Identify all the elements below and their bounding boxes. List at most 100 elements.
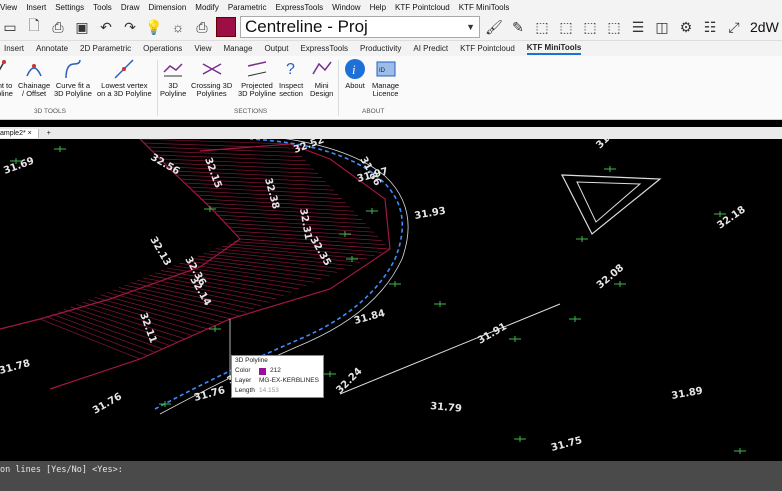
- menu-item-view[interactable]: View: [0, 3, 17, 12]
- hatch-line: [76, 304, 186, 340]
- spot-level-label: 31.79: [430, 401, 463, 415]
- plot-icon[interactable]: ⎙: [192, 17, 212, 37]
- point-marker: [614, 281, 626, 287]
- app-window: View Insert Settings Tools Draw Dimension Modi…: [0, 0, 782, 491]
- hatch-line: [70, 306, 178, 343]
- document-tab[interactable]: ample2* ×: [0, 128, 39, 138]
- projected-3d-button[interactable]: Projected 3D Polyline: [238, 58, 276, 98]
- panel-label-about: ABOUT: [362, 108, 385, 115]
- layers-icon[interactable]: ◫: [652, 17, 672, 37]
- layer-dropdown[interactable]: Centreline - Proj ▼: [240, 16, 480, 38]
- menu-item-help[interactable]: Help: [370, 3, 386, 12]
- spot-level-label: 32.35: [307, 235, 332, 268]
- menu-item-insert[interactable]: Insert: [26, 3, 46, 12]
- hatch-line: [211, 210, 363, 220]
- button-label: Design: [310, 89, 334, 98]
- point-marker: [734, 448, 746, 454]
- add-tab-button[interactable]: +: [47, 130, 51, 137]
- list-icon[interactable]: ☰: [628, 17, 648, 37]
- point-to-polyline-button[interactable]: nt to oline: [0, 58, 16, 98]
- menu-item-modify[interactable]: Modify: [195, 3, 219, 12]
- hatch-line: [223, 222, 375, 233]
- hatch-line: [227, 243, 375, 257]
- mini-design-icon: [312, 61, 332, 75]
- workspace-label[interactable]: 2dW: [748, 19, 779, 35]
- tab-ktf-pointcloud[interactable]: KTF Pointcloud: [460, 44, 515, 53]
- tab-2d-parametric[interactable]: 2D Parametric: [80, 44, 131, 53]
- menu-item-expresstools[interactable]: ExpressTools: [276, 3, 324, 12]
- tab-operations[interactable]: Operations: [143, 44, 182, 53]
- button-label: 3D Polyline: [54, 89, 92, 98]
- hatch-line: [221, 245, 368, 260]
- select-crossing-icon[interactable]: ⬚: [580, 17, 600, 37]
- new-file-icon[interactable]: 🗋: [24, 17, 44, 37]
- inspect-icon: ?: [286, 61, 295, 78]
- point-marker: [54, 146, 66, 152]
- bulb-icon[interactable]: 💡: [144, 17, 164, 37]
- tab-output[interactable]: Output: [264, 44, 288, 53]
- triangle-symbol: [561, 174, 662, 235]
- sun-icon[interactable]: ☼: [168, 17, 188, 37]
- command-line[interactable]: on lines [Yes/No] <Yes>:: [0, 461, 782, 491]
- print-icon[interactable]: ⎙: [48, 17, 68, 37]
- gear-icon[interactable]: ⚙: [676, 17, 696, 37]
- tab-insert[interactable]: Insert: [4, 44, 24, 53]
- point-to-polyline-icon: [0, 60, 6, 71]
- menu-item-dimension[interactable]: Dimension: [148, 3, 186, 12]
- properties-icon[interactable]: ▭: [0, 17, 20, 37]
- color-swatch: [259, 367, 266, 375]
- lowest-vertex-icon: [114, 59, 134, 79]
- tooltip-key: Layer: [235, 377, 252, 384]
- menu-item-draw[interactable]: Draw: [121, 3, 140, 12]
- menu-item-parametric[interactable]: Parametric: [228, 3, 267, 12]
- tab-annotate[interactable]: Annotate: [36, 44, 68, 53]
- undo-icon[interactable]: ↶: [96, 17, 116, 37]
- crossing-polylines-icon: [202, 63, 221, 75]
- tab-expresstools[interactable]: ExpressTools: [300, 44, 348, 53]
- menu-item-ktf-pointcloud[interactable]: KTF Pointcloud: [395, 3, 450, 12]
- spot-level-label: 31.93: [414, 206, 447, 222]
- select-similar-icon[interactable]: ⬚: [604, 17, 624, 37]
- curve-fit-button[interactable]: Curve fit a 3D Polyline: [54, 58, 92, 98]
- tab-ktf-minitools[interactable]: KTF MiniTools: [526, 43, 582, 55]
- manage-licence-button[interactable]: ID Manage Licence: [372, 58, 399, 98]
- tooltip-key: Color: [235, 367, 251, 374]
- layer-color-swatch[interactable]: [216, 17, 236, 37]
- menu-item-tools[interactable]: Tools: [93, 3, 112, 12]
- chevron-down-icon: ▼: [466, 22, 475, 32]
- menu-item-window[interactable]: Window: [332, 3, 360, 12]
- menu-item-ktf-minitools[interactable]: KTF MiniTools: [459, 3, 510, 12]
- ribbon-divider: [157, 60, 158, 116]
- zoom-extents-icon[interactable]: ⤢: [724, 17, 744, 37]
- close-icon[interactable]: ×: [28, 130, 32, 137]
- about-button[interactable]: i About: [344, 58, 366, 90]
- button-label: on a 3D Polyline: [97, 89, 152, 98]
- spot-level-label: 32.13: [147, 235, 172, 268]
- chainage-offset-button[interactable]: Chainage / Offset: [18, 58, 50, 98]
- sliders-icon[interactable]: ☷: [700, 17, 720, 37]
- spot-level-label: 31.50: [594, 139, 624, 151]
- curve-fit-icon: [65, 59, 81, 79]
- redo-icon[interactable]: ↷: [120, 17, 140, 37]
- triangle-symbol-inner: [576, 181, 642, 223]
- match-properties-icon[interactable]: 🖌: [484, 17, 504, 37]
- inspect-section-button[interactable]: ? Inspect section: [279, 58, 303, 98]
- select-window-icon[interactable]: ⬚: [556, 17, 576, 37]
- drawing-canvas[interactable]: 32.52 31.97 31.93 32.15 32.38 32.31 32.13 32.36…: [0, 139, 782, 461]
- tab-productivity[interactable]: Productivity: [360, 44, 401, 53]
- drawing-svg: 32.5231.9731.9332.1532.3832.3132.1332.36…: [0, 139, 748, 454]
- menu-item-settings[interactable]: Settings: [55, 3, 84, 12]
- lowest-vertex-button[interactable]: Lowest vertex on a 3D Polyline: [97, 58, 152, 98]
- mini-design-button[interactable]: Mini Design: [310, 58, 333, 98]
- spot-level-label: 32.11: [137, 311, 158, 345]
- select-icon[interactable]: ⬚: [532, 17, 552, 37]
- tab-manage[interactable]: Manage: [224, 44, 253, 53]
- hatch-line: [175, 174, 327, 183]
- save-icon[interactable]: ▣: [72, 17, 92, 37]
- tab-ai-predict[interactable]: AI Predict: [413, 44, 448, 53]
- crossing-3d-button[interactable]: Crossing 3D Polylines: [191, 58, 232, 98]
- document-tabs: ample2* × +: [0, 127, 782, 139]
- eyedropper-icon[interactable]: ✎: [508, 17, 528, 37]
- tab-view[interactable]: View: [194, 44, 211, 53]
- section-3d-polyline-button[interactable]: 3D Polyline: [160, 58, 186, 98]
